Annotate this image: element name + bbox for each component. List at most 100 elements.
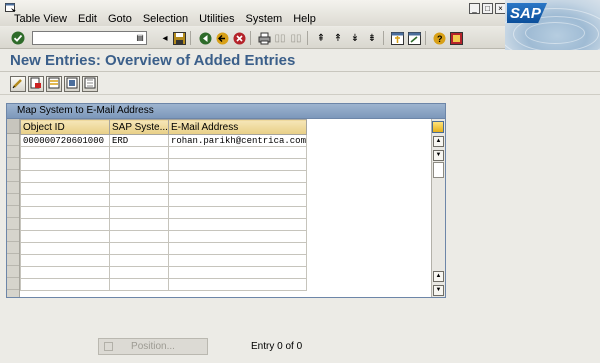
row-selector[interactable] xyxy=(7,254,19,266)
row-selector[interactable] xyxy=(7,242,19,254)
object-id-cell[interactable] xyxy=(20,170,110,183)
table-row xyxy=(20,278,307,291)
select-block-button[interactable] xyxy=(64,76,80,92)
menu-selection[interactable]: Selection xyxy=(143,13,188,25)
object-id-cell[interactable] xyxy=(20,194,110,207)
object-id-cell[interactable] xyxy=(20,182,110,195)
print-button[interactable] xyxy=(256,30,272,46)
table-settings-icon[interactable] xyxy=(432,121,444,133)
sap-system-cell[interactable] xyxy=(109,254,169,267)
column-header-sap-system[interactable]: SAP Syste... xyxy=(109,119,169,135)
object-id-cell[interactable] xyxy=(20,218,110,231)
object-id-cell[interactable] xyxy=(20,230,110,243)
previous-page-icon[interactable]: ↟ xyxy=(330,30,346,46)
position-button[interactable]: Position... xyxy=(98,338,208,355)
command-field[interactable]: ▤ xyxy=(32,31,147,45)
select-all-button[interactable] xyxy=(46,76,62,92)
new-session-icon[interactable] xyxy=(389,30,405,46)
minimize-button[interactable]: _ xyxy=(469,3,480,14)
dropdown-icon[interactable]: ▤ xyxy=(135,33,145,43)
sap-system-cell[interactable] xyxy=(109,182,169,195)
column-header-object-id[interactable]: Object ID xyxy=(20,119,110,135)
vertical-scrollbar[interactable]: ▲ ▼ ▲ ▼ xyxy=(431,119,445,297)
object-id-cell[interactable] xyxy=(20,146,110,159)
sap-system-cell[interactable] xyxy=(109,218,169,231)
display-change-button[interactable] xyxy=(10,76,26,92)
row-selector[interactable] xyxy=(7,182,19,194)
cancel-icon xyxy=(233,32,245,44)
row-selector[interactable] xyxy=(7,134,19,146)
object-id-cell[interactable] xyxy=(20,254,110,267)
email-cell[interactable] xyxy=(167,230,307,243)
last-page-icon[interactable]: ⇟ xyxy=(364,30,380,46)
row-selector[interactable] xyxy=(7,218,19,230)
help-icon[interactable]: ? xyxy=(431,30,447,46)
column-header-email[interactable]: E-Mail Address xyxy=(167,119,307,135)
email-cell[interactable] xyxy=(167,170,307,183)
object-id-cell[interactable] xyxy=(20,266,110,279)
sap-system-cell[interactable] xyxy=(109,230,169,243)
print-icon xyxy=(258,32,270,44)
row-selector[interactable] xyxy=(7,194,19,206)
email-cell[interactable] xyxy=(167,254,307,267)
table-title: Map System to E-Mail Address xyxy=(7,104,445,119)
row-selector[interactable] xyxy=(7,230,19,242)
enter-button[interactable] xyxy=(10,30,26,46)
row-selector[interactable] xyxy=(7,146,19,158)
delete-entry-button[interactable] xyxy=(28,76,44,92)
scroll-page-down-button[interactable]: ▼ xyxy=(433,285,444,296)
row-selector[interactable] xyxy=(7,158,19,170)
sap-system-cell[interactable] xyxy=(109,266,169,279)
object-id-cell[interactable] xyxy=(20,206,110,219)
exit-icon xyxy=(216,32,228,44)
shortcut-icon[interactable] xyxy=(406,30,422,46)
select-all-rows-corner[interactable] xyxy=(7,119,19,134)
sap-system-cell[interactable] xyxy=(109,206,169,219)
customize-layout-icon[interactable] xyxy=(448,30,464,46)
email-cell[interactable]: rohan.parikh@centrica.com xyxy=(167,134,307,147)
sap-system-cell[interactable] xyxy=(109,194,169,207)
menu-goto[interactable]: Goto xyxy=(108,13,132,25)
scroll-up-button[interactable]: ▼ xyxy=(433,150,444,161)
scroll-down-button[interactable]: ▲ xyxy=(433,271,444,282)
row-selector[interactable] xyxy=(7,266,19,278)
sap-system-cell[interactable] xyxy=(109,146,169,159)
object-id-cell[interactable] xyxy=(20,242,110,255)
back-button[interactable] xyxy=(197,30,213,46)
sap-system-cell[interactable] xyxy=(109,278,169,291)
row-selector[interactable] xyxy=(7,278,19,290)
menu-table-view[interactable]: Table View xyxy=(14,13,67,25)
sap-system-cell[interactable] xyxy=(109,158,169,171)
email-cell[interactable] xyxy=(167,278,307,291)
sap-system-cell[interactable]: ERD xyxy=(109,134,169,147)
scroll-page-up-button[interactable]: ▲ xyxy=(433,136,444,147)
exit-button[interactable] xyxy=(214,30,230,46)
deselect-all-button[interactable] xyxy=(82,76,98,92)
menu-utilities[interactable]: Utilities xyxy=(199,13,234,25)
row-selector[interactable] xyxy=(7,206,19,218)
email-cell[interactable] xyxy=(167,194,307,207)
first-page-icon[interactable]: ⇞ xyxy=(313,30,329,46)
email-cell[interactable] xyxy=(167,266,307,279)
email-cell[interactable] xyxy=(167,218,307,231)
email-cell[interactable] xyxy=(167,242,307,255)
maximize-button[interactable]: □ xyxy=(482,3,493,14)
cancel-button[interactable] xyxy=(231,30,247,46)
menu-system[interactable]: System xyxy=(246,13,283,25)
menu-help[interactable]: Help xyxy=(293,13,316,25)
email-cell[interactable] xyxy=(167,182,307,195)
next-page-icon[interactable]: ↡ xyxy=(347,30,363,46)
email-cell[interactable] xyxy=(167,158,307,171)
row-selector[interactable] xyxy=(7,170,19,182)
sap-system-cell[interactable] xyxy=(109,242,169,255)
scroll-thumb[interactable] xyxy=(433,162,444,178)
window-menu-icon[interactable] xyxy=(5,3,17,13)
object-id-cell[interactable] xyxy=(20,278,110,291)
object-id-cell[interactable] xyxy=(20,158,110,171)
email-cell[interactable] xyxy=(167,206,307,219)
sap-system-cell[interactable] xyxy=(109,170,169,183)
save-button[interactable] xyxy=(171,30,187,46)
object-id-cell[interactable]: 000000720601000 xyxy=(20,134,110,147)
menu-edit[interactable]: Edit xyxy=(78,13,97,25)
email-cell[interactable] xyxy=(167,146,307,159)
